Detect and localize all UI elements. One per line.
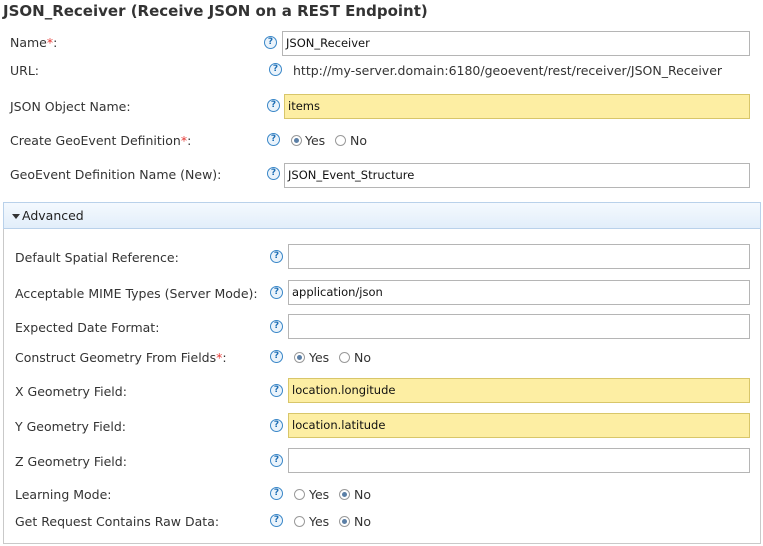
z-geometry-field-input[interactable]	[288, 448, 750, 473]
json-object-name-label: JSON Object Name:	[10, 99, 131, 114]
help-icon[interactable]: ?	[270, 350, 283, 363]
raw-data-label: Get Request Contains Raw Data:	[15, 514, 220, 529]
learning-mode-yes-label[interactable]: Yes	[309, 487, 329, 503]
required-marker: *	[180, 133, 188, 148]
help-icon[interactable]: ?	[267, 99, 280, 112]
help-icon[interactable]: ?	[270, 487, 283, 500]
help-icon[interactable]: ?	[270, 320, 283, 333]
help-icon[interactable]: ?	[264, 36, 277, 49]
help-icon[interactable]: ?	[270, 419, 283, 432]
construct-geometry-yes-radio[interactable]	[294, 352, 305, 363]
required-marker: *	[216, 350, 223, 365]
date-format-input[interactable]	[288, 314, 750, 339]
construct-geometry-label: Construct Geometry From Fields*:	[15, 350, 227, 365]
required-marker: *	[46, 35, 54, 50]
help-icon[interactable]: ?	[269, 63, 282, 76]
help-icon[interactable]: ?	[270, 384, 283, 397]
x-geometry-field-input[interactable]: location.longitude	[288, 378, 750, 403]
y-geometry-field-label: Y Geometry Field:	[15, 419, 126, 434]
construct-geometry-yes-label[interactable]: Yes	[309, 350, 329, 366]
learning-mode-label: Learning Mode:	[15, 487, 112, 502]
mime-types-input[interactable]: application/json	[288, 280, 750, 305]
help-icon[interactable]: ?	[270, 454, 283, 467]
spatial-reference-input[interactable]	[288, 244, 750, 269]
help-icon[interactable]: ?	[267, 167, 280, 180]
advanced-section-header[interactable]: Advanced	[3, 202, 761, 229]
z-geometry-field-label: Z Geometry Field:	[15, 454, 127, 469]
create-definition-yes-label[interactable]: Yes	[305, 133, 325, 149]
help-icon[interactable]: ?	[270, 514, 283, 527]
help-icon[interactable]: ?	[270, 250, 283, 263]
y-geometry-field-input[interactable]: location.latitude	[288, 413, 750, 438]
url-value: http://my-server.domain:6180/geoevent/re…	[293, 63, 723, 78]
create-definition-yes-radio[interactable]	[291, 135, 302, 146]
raw-data-yes-label[interactable]: Yes	[309, 514, 329, 530]
date-format-label: Expected Date Format:	[15, 320, 160, 335]
create-definition-label: Create GeoEvent Definition*:	[10, 133, 192, 148]
construct-geometry-no-radio[interactable]	[339, 352, 350, 363]
caret-down-icon	[12, 214, 20, 219]
definition-name-input[interactable]: JSON_Event_Structure	[284, 163, 750, 188]
help-icon[interactable]: ?	[267, 133, 280, 146]
definition-name-label: GeoEvent Definition Name (New):	[10, 167, 222, 182]
raw-data-no-label[interactable]: No	[354, 514, 371, 530]
advanced-section-label: Advanced	[22, 208, 84, 223]
url-label: URL:	[10, 63, 40, 78]
x-geometry-field-label: X Geometry Field:	[15, 384, 127, 399]
raw-data-no-radio[interactable]	[339, 516, 350, 527]
name-label: Name*:	[10, 35, 58, 50]
page-title: JSON_Receiver (Receive JSON on a REST En…	[3, 2, 428, 20]
construct-geometry-no-label[interactable]: No	[354, 350, 371, 366]
learning-mode-no-radio[interactable]	[339, 489, 350, 500]
name-input[interactable]: JSON_Receiver	[282, 31, 750, 56]
learning-mode-no-label[interactable]: No	[354, 487, 371, 503]
learning-mode-yes-radio[interactable]	[294, 489, 305, 500]
create-definition-no-radio[interactable]	[335, 135, 346, 146]
create-definition-no-label[interactable]: No	[350, 133, 367, 149]
mime-types-label: Acceptable MIME Types (Server Mode):	[15, 286, 258, 301]
spatial-reference-label: Default Spatial Reference:	[15, 250, 179, 265]
help-icon[interactable]: ?	[270, 286, 283, 299]
json-object-name-input[interactable]: items	[284, 94, 750, 119]
raw-data-yes-radio[interactable]	[294, 516, 305, 527]
